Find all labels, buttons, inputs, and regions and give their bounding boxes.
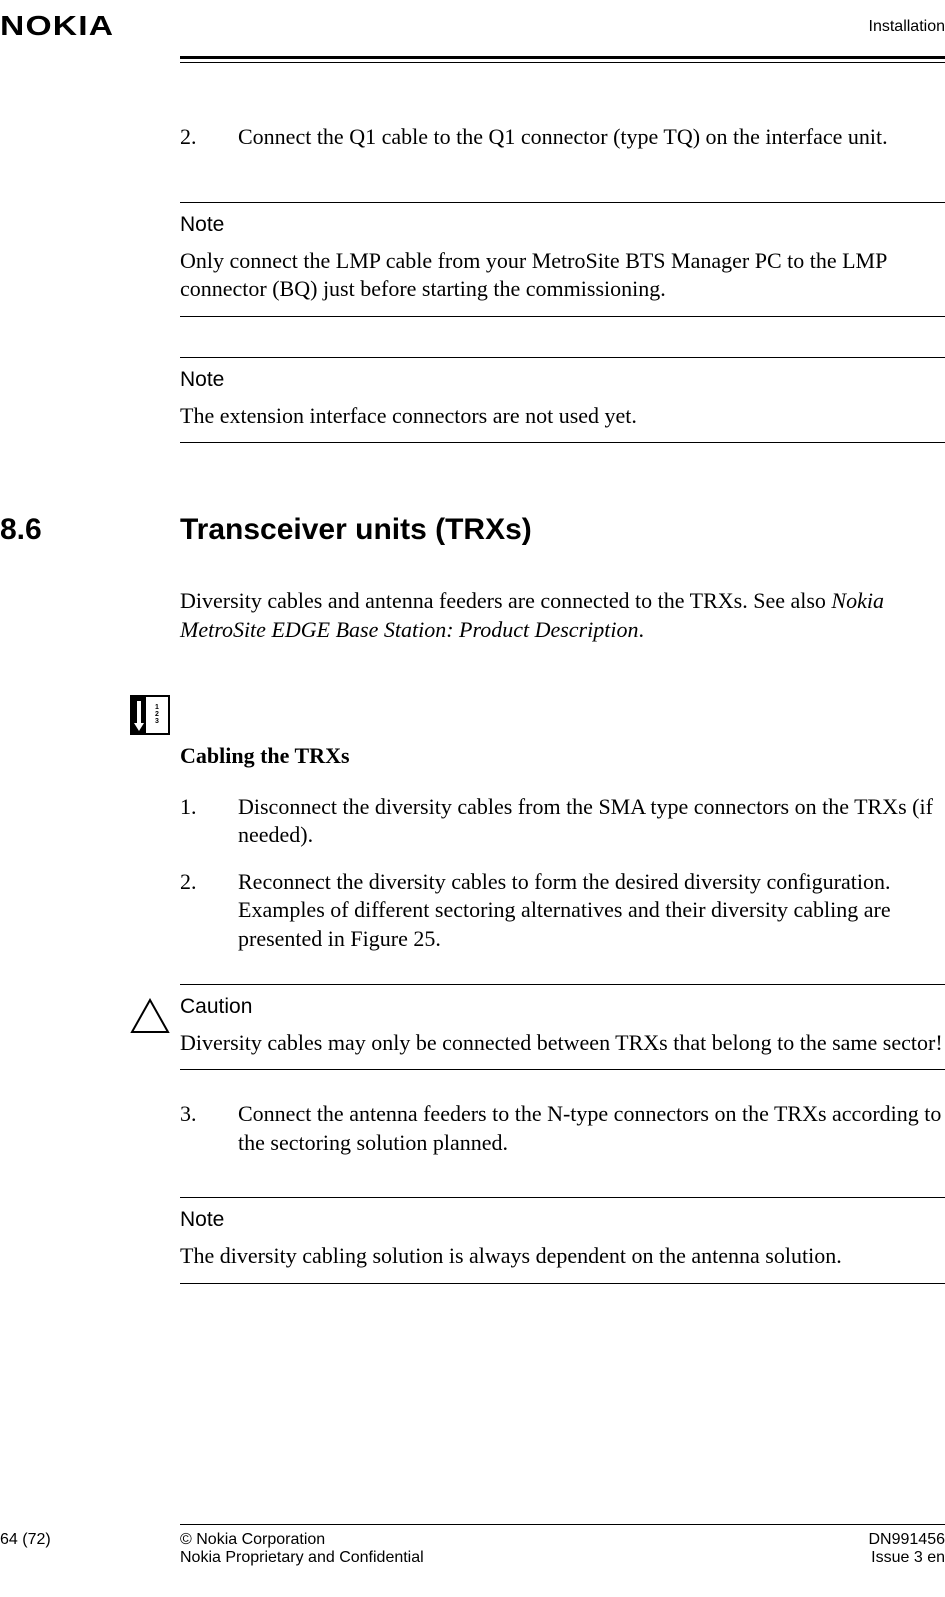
procedure-title: Cabling the TRXs bbox=[180, 743, 945, 769]
cabling-step-3: 3. Connect the antenna feeders to the N-… bbox=[180, 1100, 945, 1157]
cabling-step-2: 2. Reconnect the diversity cables to for… bbox=[180, 868, 945, 954]
note-title: Note bbox=[180, 368, 945, 392]
proc-icon-3: 3 bbox=[155, 718, 159, 725]
header-rule-thin bbox=[180, 62, 945, 63]
note-title: Note bbox=[180, 1208, 945, 1232]
proc-icon-2: 2 bbox=[155, 711, 159, 718]
note-title: Note bbox=[180, 213, 945, 237]
header-section-label: Installation bbox=[869, 18, 945, 36]
step-text: Connect the antenna feeders to the N-typ… bbox=[238, 1100, 945, 1157]
step-text: Connect the Q1 cable to the Q1 connector… bbox=[238, 123, 945, 152]
note-text: The extension interface connectors are n… bbox=[180, 402, 945, 431]
caution-text: Diversity cables may only be connected b… bbox=[180, 1029, 945, 1058]
step-number: 3. bbox=[180, 1100, 200, 1157]
section-title: Transceiver units (TRXs) bbox=[180, 513, 532, 547]
proc-icon-1: 1 bbox=[155, 704, 159, 711]
footer-confidential: Nokia Proprietary and Confidential bbox=[180, 1549, 869, 1567]
procedure-icon: 1 2 3 bbox=[130, 695, 170, 735]
footer-issue: Issue 3 en bbox=[869, 1549, 945, 1567]
intro-pre: Diversity cables and antenna feeders are… bbox=[180, 588, 831, 613]
footer-copyright: © Nokia Corporation bbox=[180, 1531, 869, 1549]
footer-docnum: DN991456 bbox=[869, 1531, 945, 1549]
header-rule-thick bbox=[180, 56, 945, 59]
caution-triangle-icon bbox=[130, 998, 170, 1034]
note-text: Only connect the LMP cable from your Met… bbox=[180, 247, 945, 304]
note-block-1: Note Only connect the LMP cable from you… bbox=[180, 202, 945, 317]
caution-title: Caution bbox=[180, 995, 945, 1019]
section-heading: 8.6 Transceiver units (TRXs) bbox=[0, 513, 945, 547]
section-intro: Diversity cables and antenna feeders are… bbox=[180, 587, 945, 644]
caution-block: Caution Diversity cables may only be con… bbox=[130, 984, 945, 1071]
nokia-logo: NOKIA bbox=[0, 10, 114, 42]
cabling-step-1: 1. Disconnect the diversity cables from … bbox=[180, 793, 945, 850]
footer-page-number: 64 (72) bbox=[0, 1531, 180, 1567]
step-number: 2. bbox=[180, 868, 200, 954]
step-number: 1. bbox=[180, 793, 200, 850]
footer-rule bbox=[180, 1524, 945, 1525]
section-number: 8.6 bbox=[0, 513, 140, 547]
step-text: Reconnect the diversity cables to form t… bbox=[238, 868, 945, 954]
intro-post: . bbox=[638, 617, 644, 642]
note-text: The diversity cabling solution is always… bbox=[180, 1242, 945, 1271]
step-number: 2. bbox=[180, 123, 200, 152]
step-text: Disconnect the diversity cables from the… bbox=[238, 793, 945, 850]
down-arrow-icon bbox=[132, 697, 146, 733]
note-block-2: Note The extension interface connectors … bbox=[180, 357, 945, 444]
note-block-3: Note The diversity cabling solution is a… bbox=[180, 1197, 945, 1284]
step-2-top: 2. Connect the Q1 cable to the Q1 connec… bbox=[180, 123, 945, 152]
